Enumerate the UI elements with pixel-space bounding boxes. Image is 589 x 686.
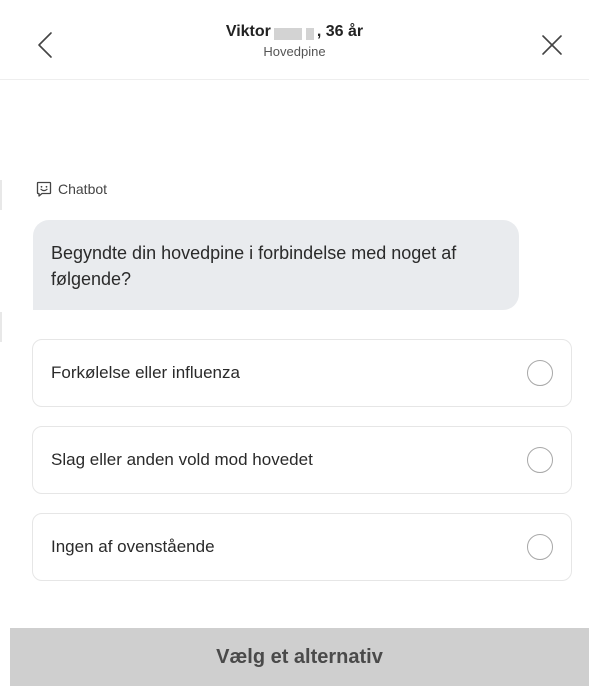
patient-title: Viktor , 36 år [226, 22, 363, 42]
header-center: Viktor , 36 år Hovedpine [0, 22, 589, 60]
patient-name: Viktor [225, 23, 271, 40]
option-label: Ingen af ovenstående [51, 537, 215, 556]
answer-option[interactable]: Forkølelse eller influenza [32, 339, 572, 407]
choose-option-button[interactable]: Vælg et alternativ [10, 628, 589, 686]
radio-button[interactable] [527, 447, 553, 473]
option-label: Forkølelse eller influenza [51, 363, 240, 382]
left-edge-line [0, 180, 2, 210]
radio-button[interactable] [527, 360, 553, 386]
answer-option[interactable]: Slag eller anden vold mod hovedet [32, 426, 572, 494]
left-edge-line [0, 312, 2, 342]
chatbot-name: Chatbot [58, 181, 108, 197]
chat-smile-icon [36, 181, 52, 197]
chat-screen: Viktor , 36 år Hovedpine Chatbot Begyndt… [0, 0, 589, 686]
close-button[interactable] [537, 30, 567, 60]
patient-age: , 36 år [316, 23, 364, 40]
header-subtitle: Hovedpine [263, 44, 326, 59]
radio-button[interactable] [527, 534, 553, 560]
header: Viktor , 36 år Hovedpine [0, 0, 589, 80]
chatbot-sender-label: Chatbot [36, 181, 107, 197]
redacted-surname [273, 27, 314, 41]
chat-question-bubble: Begyndte din hovedpine i forbindelse med… [33, 220, 519, 310]
close-icon [542, 35, 562, 55]
answer-option[interactable]: Ingen af ovenstående [32, 513, 572, 581]
option-label: Slag eller anden vold mod hovedet [51, 450, 313, 469]
